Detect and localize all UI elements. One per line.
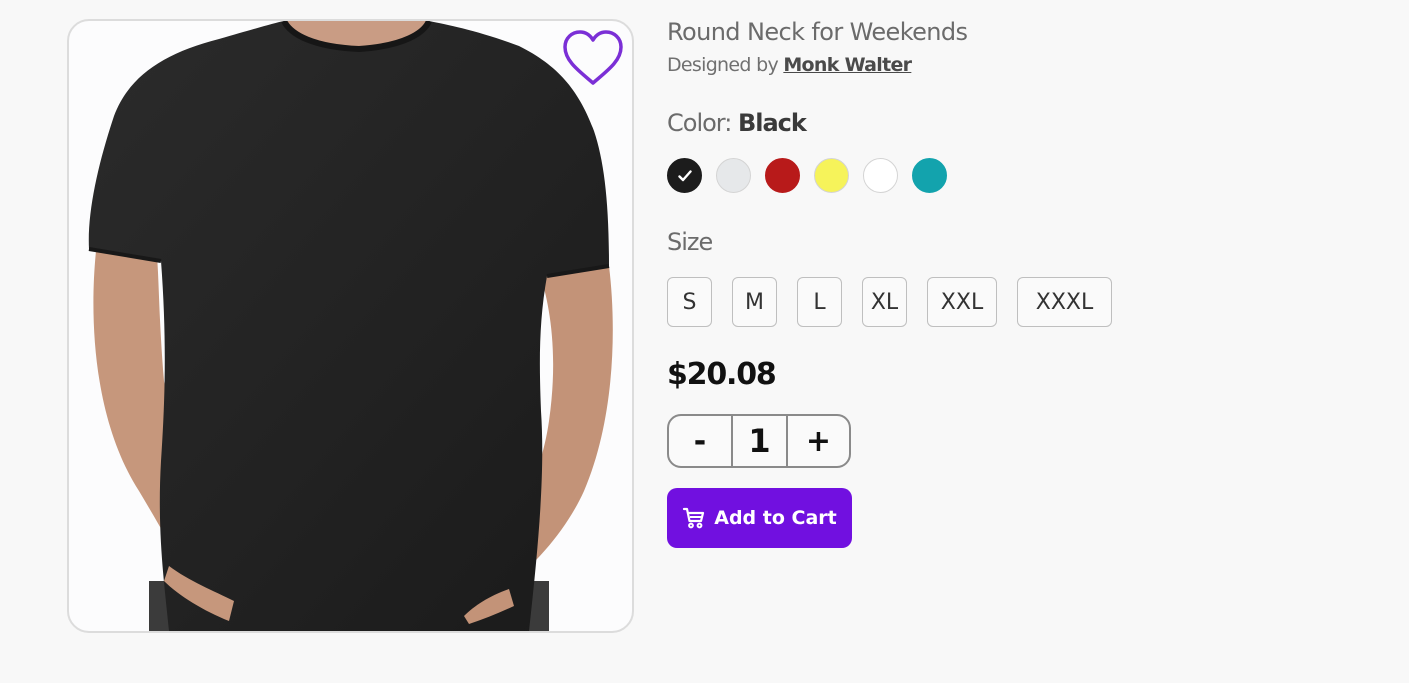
color-swatch-white[interactable]	[863, 158, 898, 193]
size-option-xxxl[interactable]: XXXL	[1017, 277, 1112, 327]
color-heading: Color: Black	[667, 109, 807, 137]
color-label: Color:	[667, 109, 732, 137]
tshirt-photo	[88, 21, 613, 631]
size-heading: Size	[667, 228, 713, 256]
color-swatch-yellow[interactable]	[814, 158, 849, 193]
color-swatch-black[interactable]	[667, 158, 702, 193]
size-option-s[interactable]: S	[667, 277, 712, 327]
size-option-xl[interactable]: XL	[862, 277, 907, 327]
designed-by-label: Designed by	[667, 54, 779, 76]
quantity-decrease-button[interactable]: -	[669, 416, 733, 466]
quantity-value[interactable]: 1	[733, 416, 788, 466]
wishlist-button[interactable]	[561, 29, 625, 89]
designer-line: Designed by Monk Walter	[667, 54, 912, 76]
size-options: S M L XL XXL XXXL	[667, 277, 1112, 327]
price: $20.08	[667, 357, 777, 392]
size-option-m[interactable]: M	[732, 277, 777, 327]
size-option-l[interactable]: L	[797, 277, 842, 327]
color-swatch-red[interactable]	[765, 158, 800, 193]
color-swatches	[667, 158, 947, 193]
heart-icon	[563, 30, 623, 85]
add-to-cart-button[interactable]: Add to Cart	[667, 488, 852, 548]
cart-icon	[683, 507, 705, 529]
check-icon	[677, 169, 692, 181]
add-to-cart-label: Add to Cart	[714, 507, 837, 529]
color-swatch-light-gray[interactable]	[716, 158, 751, 193]
selected-color: Black	[737, 109, 807, 137]
product-title: Round Neck for Weekends	[667, 18, 968, 46]
quantity-stepper: - 1 +	[667, 414, 851, 468]
size-option-xxl[interactable]: XXL	[927, 277, 997, 327]
product-image-card	[67, 19, 634, 633]
color-swatch-teal[interactable]	[912, 158, 947, 193]
designer-link[interactable]: Monk Walter	[783, 54, 912, 76]
quantity-increase-button[interactable]: +	[788, 416, 849, 466]
